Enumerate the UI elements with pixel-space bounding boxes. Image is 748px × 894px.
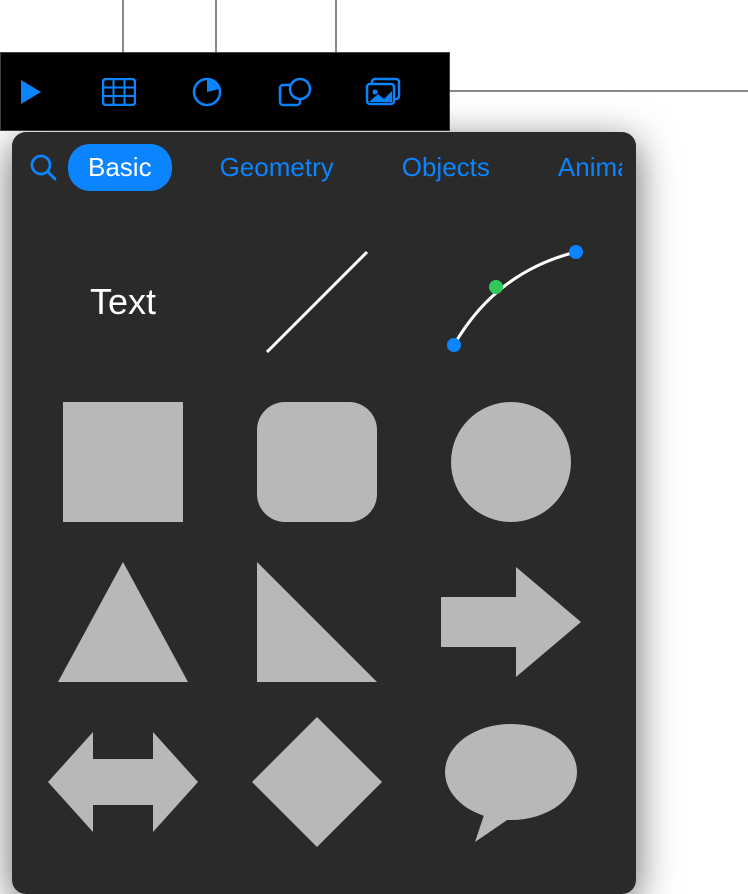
search-button[interactable] xyxy=(26,150,60,184)
shape-double-arrow[interactable] xyxy=(48,712,198,852)
shape-rounded-square[interactable] xyxy=(242,392,392,532)
shapes-popover: Basic Geometry Objects Animals Na Text xyxy=(12,132,636,894)
shape-curve[interactable] xyxy=(436,232,586,372)
shape-pentagon[interactable] xyxy=(242,872,392,894)
play-icon xyxy=(19,78,43,106)
media-button[interactable] xyxy=(365,74,401,110)
shape-square[interactable] xyxy=(48,392,198,532)
triangle-icon xyxy=(58,562,188,682)
table-icon xyxy=(102,78,136,106)
curve-icon xyxy=(436,237,586,367)
line-icon xyxy=(252,237,382,367)
callout-line xyxy=(450,90,748,92)
shape-line[interactable] xyxy=(242,232,392,372)
shapes-grid: Text xyxy=(12,202,636,894)
shape-text[interactable]: Text xyxy=(48,232,198,372)
shape-diamond[interactable] xyxy=(242,712,392,852)
chart-icon xyxy=(192,77,222,107)
shape-circle[interactable] xyxy=(436,392,586,532)
tab-objects[interactable]: Objects xyxy=(382,144,510,191)
play-button[interactable] xyxy=(13,74,49,110)
table-button[interactable] xyxy=(101,74,137,110)
double-arrow-icon xyxy=(48,727,198,837)
shape-star[interactable] xyxy=(436,872,586,894)
shape-button[interactable] xyxy=(277,74,313,110)
shape-callout-rect[interactable] xyxy=(48,872,198,894)
category-tabs: Basic Geometry Objects Animals Na xyxy=(68,144,622,191)
diamond-icon xyxy=(252,717,382,847)
rounded-square-icon xyxy=(257,402,377,522)
text-label: Text xyxy=(90,281,156,323)
circle-icon xyxy=(451,402,571,522)
search-icon xyxy=(29,153,57,181)
shape-icon xyxy=(278,77,312,107)
right-triangle-icon xyxy=(257,562,377,682)
chart-button[interactable] xyxy=(189,74,225,110)
square-icon xyxy=(63,402,183,522)
media-icon xyxy=(365,77,401,107)
shape-triangle[interactable] xyxy=(48,552,198,692)
shape-right-triangle[interactable] xyxy=(242,552,392,692)
shape-speech-bubble[interactable] xyxy=(436,712,586,852)
tab-basic[interactable]: Basic xyxy=(68,144,172,191)
toolbar xyxy=(0,52,450,131)
tab-animals[interactable]: Animals xyxy=(538,144,622,191)
speech-bubble-icon xyxy=(441,722,581,842)
tab-geometry[interactable]: Geometry xyxy=(200,144,354,191)
popover-header: Basic Geometry Objects Animals Na xyxy=(12,132,636,202)
shape-arrow-right[interactable] xyxy=(436,552,586,692)
arrow-right-icon xyxy=(441,562,581,682)
